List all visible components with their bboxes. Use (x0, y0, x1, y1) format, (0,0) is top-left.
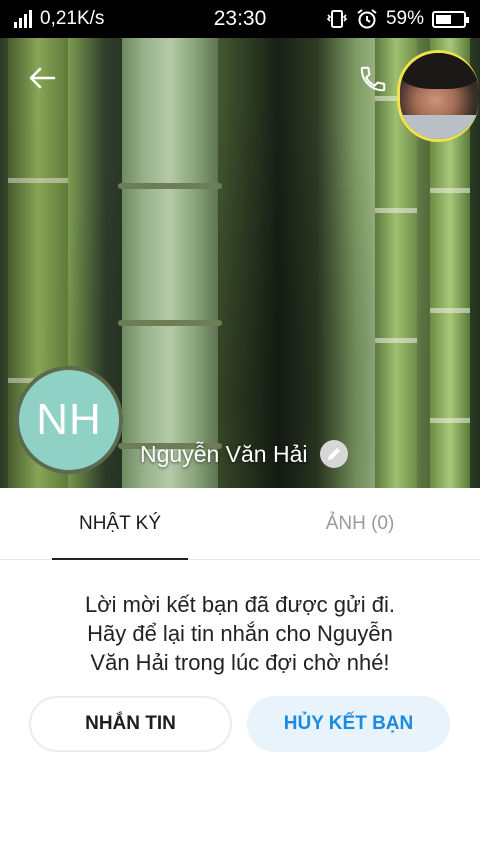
call-button[interactable] (356, 62, 390, 96)
message-line: Lời mời kết bạn đã được gửi đi. (85, 592, 395, 617)
send-message-button[interactable]: NHẮN TIN (29, 696, 232, 752)
battery-icon (432, 10, 469, 28)
message-line: Văn Hải trong lúc đợi chờ nhé! (90, 650, 390, 675)
video-call-avatar[interactable] (397, 50, 479, 142)
send-message-label: NHẮN TIN (85, 713, 176, 734)
alarm-icon (357, 9, 377, 29)
signal-icon (14, 10, 32, 28)
clock: 23:30 (213, 7, 267, 30)
back-button[interactable] (26, 62, 58, 94)
cancel-friend-request-button[interactable]: HỦY KẾT BẠN (247, 696, 450, 752)
tab-photos-label: ẢNH (0) (325, 513, 395, 534)
back-arrow-icon (29, 67, 56, 89)
vibrate-icon (326, 10, 348, 28)
bamboo-stalk (118, 38, 222, 488)
battery-percent: 59% (385, 8, 424, 29)
phone-icon (360, 66, 386, 92)
status-bar: 0,21K/s 23:30 59% (0, 0, 480, 38)
profile-name: Nguyễn Văn Hải (140, 440, 308, 467)
battery-fill (436, 14, 452, 24)
tab-diary-label: NHẬT KÝ (78, 513, 161, 534)
pencil-icon (327, 448, 340, 460)
tab-diary[interactable]: NHẬT KÝ (52, 488, 188, 560)
network-speed: 0,21K/s (40, 8, 105, 29)
avatar[interactable]: NH (15, 366, 123, 474)
friend-request-message: Lời mời kết bạn đã được gửi đi. Hãy để l… (30, 590, 450, 677)
cancel-friend-request-label: HỦY KẾT BẠN (283, 713, 414, 734)
tab-photos[interactable]: ẢNH (0) (292, 488, 428, 560)
status-left: 0,21K/s (14, 8, 104, 30)
edit-name-button[interactable] (319, 440, 348, 468)
profile-name-row: Nguyễn Văn Hải (140, 440, 348, 468)
message-line: Hãy để lại tin nhắn cho Nguyễn (87, 621, 393, 646)
status-right: 59% (326, 8, 469, 30)
avatar-initials: NH (36, 395, 102, 444)
profile-tabs: NHẬT KÝ ẢNH (0) (0, 488, 480, 560)
